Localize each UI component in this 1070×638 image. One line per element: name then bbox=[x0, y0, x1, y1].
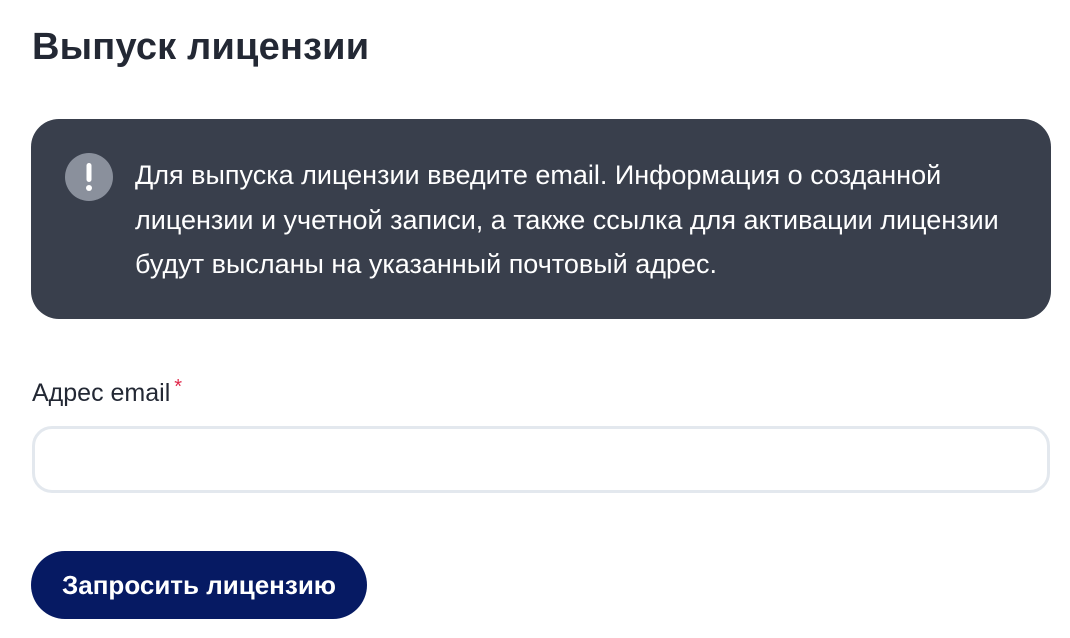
page-title: Выпуск лицензии bbox=[32, 26, 370, 68]
email-field-label: Адрес email * bbox=[32, 376, 182, 410]
alert-message: Для выпуска лицензии введите email. Инфо… bbox=[135, 160, 999, 279]
required-mark: * bbox=[174, 376, 183, 398]
info-alert: Для выпуска лицензии введите email. Инфо… bbox=[31, 119, 1051, 319]
request-license-button[interactable]: Запросить лицензию bbox=[31, 551, 367, 619]
license-issue-page: Выпуск лицензии Для выпуска лицензии вве… bbox=[0, 0, 1070, 638]
exclamation-icon bbox=[65, 153, 113, 201]
email-label-text: Адрес email bbox=[32, 379, 171, 407]
email-input[interactable] bbox=[32, 426, 1050, 493]
